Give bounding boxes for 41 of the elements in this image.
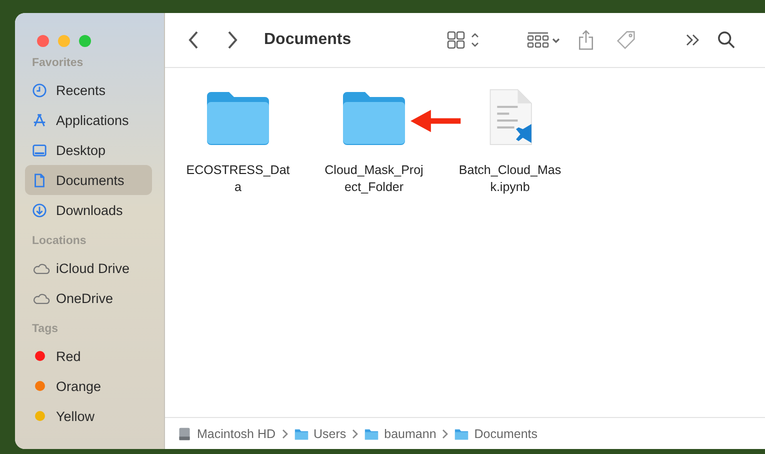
folder-icon: [294, 426, 308, 440]
file-name: Cloud_Mask_Proj ect_Folder: [324, 162, 424, 196]
search-button[interactable]: [717, 30, 736, 50]
window-title: Documents: [264, 31, 352, 49]
desktop-icon: [32, 142, 47, 158]
cloud-icon: [32, 262, 50, 274]
path-item[interactable]: Users: [294, 426, 346, 440]
folder-icon: [364, 426, 380, 440]
path-item[interactable]: baumann: [364, 426, 436, 440]
sidebar-item[interactable]: Orange: [25, 371, 152, 401]
clock-icon: [32, 82, 47, 98]
apps-icon: [32, 112, 47, 128]
download-icon: [32, 202, 47, 218]
share-button[interactable]: [577, 30, 596, 50]
sidebar-heading: Locations: [31, 235, 88, 249]
sidebar-item[interactable]: Downloads: [25, 195, 152, 225]
sidebar-item[interactable]: Yellow: [25, 401, 152, 431]
sidebar-item[interactable]: Recents: [25, 75, 152, 105]
annotation-arrow: [410, 108, 463, 134]
folder-icon: [454, 426, 470, 440]
chevron-icon: [442, 428, 448, 438]
sidebar-item[interactable]: Desktop: [25, 135, 152, 165]
cloud-icon: [32, 292, 50, 304]
chevron-icon: [282, 428, 288, 438]
sidebar-item[interactable]: iCloud Drive: [25, 253, 152, 283]
sidebar-heading: Favorites: [31, 57, 84, 71]
sidebar-item[interactable]: Applications: [25, 105, 152, 135]
path-item[interactable]: Macintosh HD: [177, 426, 276, 440]
file-name: Batch_Cloud_Mas k.ipynb: [458, 162, 562, 196]
icon-view-button[interactable]: [447, 30, 482, 50]
sidebar-heading: Tags: [31, 323, 59, 337]
sidebar-item[interactable]: Red: [25, 341, 152, 371]
sidebar-item[interactable]: Documents: [25, 165, 152, 195]
file-name: ECOSTRESS_Dat a: [186, 162, 290, 196]
document-icon: [32, 172, 47, 188]
chevron-icon: [352, 428, 358, 438]
back-button[interactable]: [188, 30, 200, 50]
path-item[interactable]: Documents: [454, 426, 538, 440]
sidebar-item[interactable]: OneDrive: [25, 283, 152, 313]
forward-button[interactable]: [226, 30, 238, 50]
tag-button[interactable]: [615, 30, 638, 50]
